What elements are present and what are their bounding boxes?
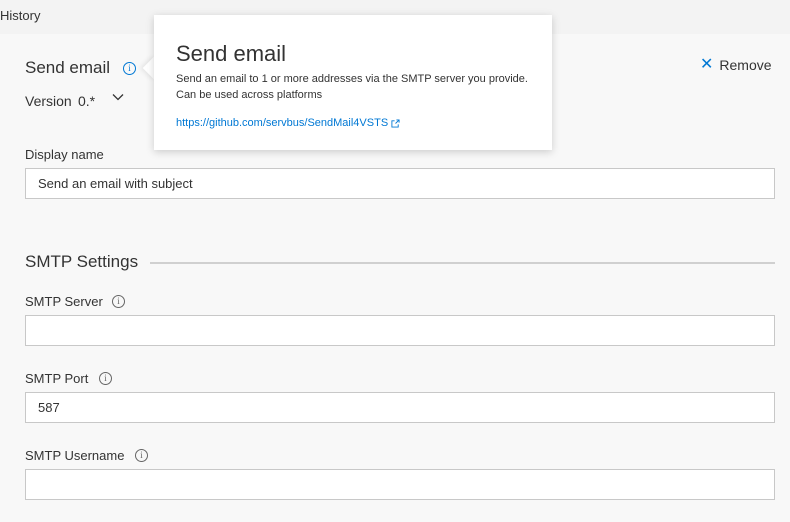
display-name-label: Display name [25,147,104,162]
smtp-port-input[interactable]: 587 [25,392,775,423]
smtp-username-label: SMTP Username [25,448,125,463]
version-value[interactable]: 0.* [78,93,95,109]
remove-button[interactable]: ✕ Remove [700,56,772,74]
smtp-server-input[interactable] [25,315,775,346]
smtp-server-label: SMTP Server [25,294,103,309]
history-tab[interactable]: History [0,8,40,23]
info-icon[interactable]: i [135,449,148,462]
version-label: Version [25,93,72,109]
info-icon[interactable]: i [123,62,136,75]
smtp-username-input[interactable] [25,469,775,500]
task-title: Send email [25,58,111,77]
info-icon[interactable]: i [112,295,125,308]
external-link-icon [391,118,400,128]
callout-link-text: https://github.com/servbus/SendMail4VSTS [176,117,389,129]
callout-title: Send email [176,41,287,66]
info-callout: Send email Send an email to 1 or more ad… [154,15,552,150]
display-name-input[interactable]: Send an email with subject [25,168,775,199]
smtp-settings-heading: SMTP Settings [25,252,139,271]
remove-label: Remove [719,57,772,73]
callout-description: Send an email to 1 or more addresses via… [176,73,528,101]
section-divider [150,262,775,264]
info-icon[interactable]: i [99,372,112,385]
close-icon: ✕ [700,56,714,73]
smtp-port-label: SMTP Port [25,371,89,386]
callout-link[interactable]: https://github.com/servbus/SendMail4VSTS [176,117,400,129]
chevron-down-icon[interactable] [112,91,124,106]
